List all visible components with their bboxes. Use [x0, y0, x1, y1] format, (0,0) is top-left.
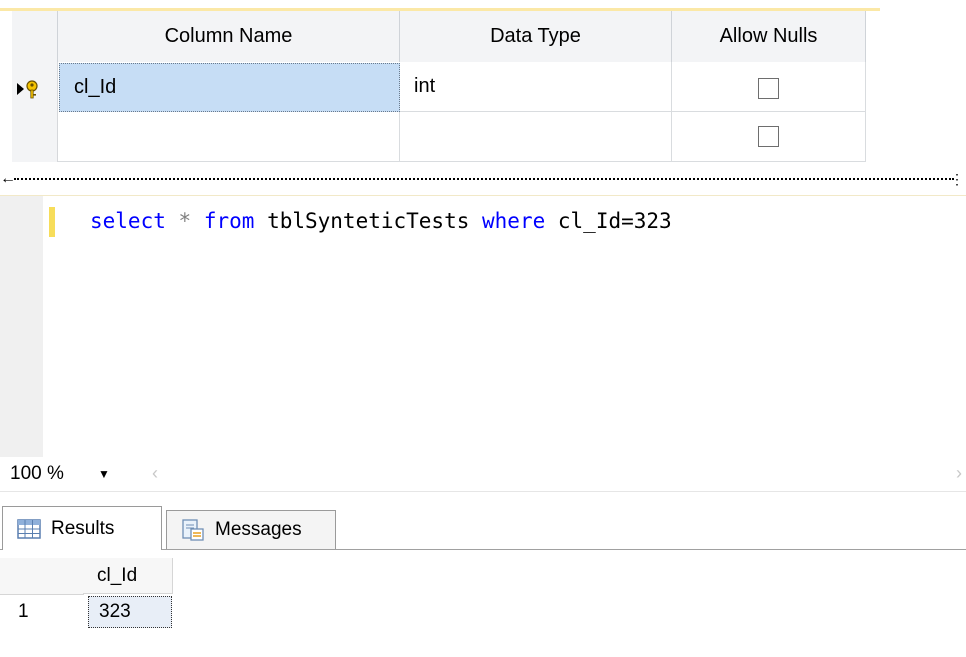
allow-nulls-header[interactable]: Allow Nulls [672, 11, 866, 62]
table-identifier: tblSynteticTests [267, 209, 470, 233]
horizontal-scrollbar[interactable]: ‹ › [150, 461, 966, 487]
operator-star: * [178, 209, 192, 233]
results-corner-cell[interactable] [0, 558, 84, 595]
data-type-cell[interactable]: int [400, 62, 672, 112]
chevron-down-icon[interactable]: ▼ [98, 467, 110, 481]
table-designer: Column Name Data Type Allow Nulls cl_Id … [0, 0, 966, 163]
zoom-value: 100 % [10, 463, 64, 484]
change-indicator-bar [49, 207, 55, 237]
tab-messages[interactable]: Messages [166, 510, 336, 549]
scroll-right-icon[interactable]: › [956, 463, 962, 484]
editor-top-border [0, 195, 966, 196]
splitter-right-handle-icon: ⋮ [950, 171, 964, 187]
data-type-header[interactable]: Data Type [400, 11, 672, 62]
column-name-cell[interactable]: cl_Id [59, 63, 400, 112]
keyword-from: from [203, 209, 255, 233]
tab-messages-label: Messages [215, 519, 302, 540]
pane-splitter[interactable]: ← ⋮ [0, 171, 966, 187]
row-selector[interactable] [12, 112, 58, 162]
query-editor[interactable]: select * from tblSynteticTests where cl_… [0, 195, 966, 457]
results-grid: cl_Id 1 323 [0, 550, 966, 657]
column-name-cell[interactable] [58, 112, 400, 162]
zoom-bar: 100 % ▼ ‹ › [0, 457, 966, 492]
keyword-where: where [482, 209, 546, 233]
editor-gutter [0, 196, 43, 457]
column-name-header[interactable]: Column Name [58, 11, 400, 62]
results-row-number[interactable]: 1 [0, 594, 83, 630]
messages-icon [182, 519, 204, 541]
results-tabs: Results Messages [0, 498, 966, 550]
data-type-cell[interactable] [400, 112, 672, 162]
sql-code-line[interactable]: select * from tblSynteticTests where cl_… [90, 209, 672, 233]
allow-nulls-checkbox[interactable] [758, 78, 779, 99]
keyword-select: select [90, 209, 166, 233]
tab-results[interactable]: Results [2, 506, 162, 550]
primary-key-icon [17, 80, 38, 99]
grid-icon [17, 518, 41, 539]
where-condition: cl_Id=323 [557, 209, 672, 233]
row-selector-header [12, 11, 58, 62]
splitter-dotted-line [14, 178, 954, 180]
scroll-left-icon[interactable]: ‹ [152, 463, 158, 484]
tab-results-label: Results [51, 517, 115, 539]
results-cell[interactable]: 323 [88, 596, 172, 628]
results-column-header[interactable]: cl_Id [83, 558, 173, 594]
zoom-dropdown[interactable]: 100 % ▼ [0, 461, 140, 487]
allow-nulls-checkbox[interactable] [758, 126, 779, 147]
